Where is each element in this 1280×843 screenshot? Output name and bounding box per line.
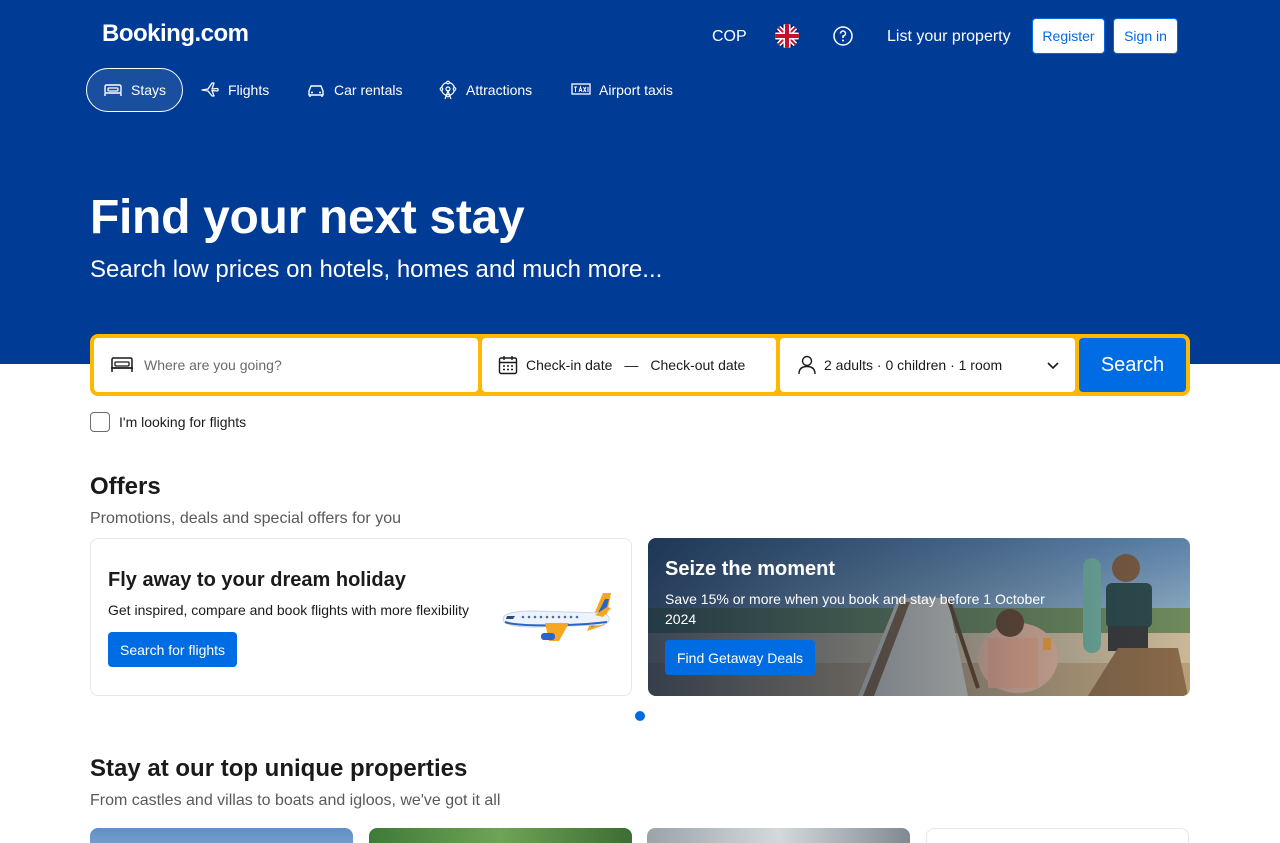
property-card[interactable] <box>369 828 632 843</box>
tab-stays[interactable]: Stays <box>86 68 184 112</box>
offers-subtitle: Promotions, deals and special offers for… <box>90 510 401 527</box>
currency-selector[interactable]: COP <box>712 27 747 47</box>
tab-car-rentals[interactable]: Car rentals <box>290 68 418 112</box>
flights-checkbox[interactable] <box>90 412 110 432</box>
person-icon <box>798 355 816 375</box>
airplane-illustration <box>502 593 611 641</box>
offer-title: Seize the moment <box>665 558 836 580</box>
property-card[interactable] <box>90 828 353 843</box>
property-card[interactable] <box>647 828 910 843</box>
tab-label: Airport taxis <box>599 82 673 98</box>
register-button[interactable]: Register <box>1032 18 1105 54</box>
search-flights-button[interactable]: Search for flights <box>108 632 238 667</box>
bed-icon <box>111 357 133 372</box>
help-icon[interactable] <box>833 26 853 46</box>
offer-card-flights: Fly away to your dream holiday Get inspi… <box>90 538 632 696</box>
plane-icon <box>201 82 219 97</box>
tab-attractions[interactable]: Attractions <box>422 68 548 112</box>
carousel-indicator[interactable] <box>635 711 645 721</box>
destination-input[interactable]: Where are you going? <box>94 338 478 392</box>
attractions-icon <box>439 80 457 100</box>
car-icon <box>308 85 324 97</box>
search-bar: Where are you going? Check-in date — Che… <box>90 334 1190 396</box>
search-button[interactable]: Search <box>1079 338 1186 392</box>
unique-title: Stay at our top unique properties <box>90 755 468 782</box>
flights-checkbox-label[interactable]: I'm looking for flights <box>119 414 246 430</box>
tab-label: Stays <box>131 82 167 98</box>
destination-placeholder: Where are you going? <box>144 357 282 373</box>
sign-in-button[interactable]: Sign in <box>1113 18 1178 54</box>
taxi-icon <box>571 83 591 95</box>
tab-airport-taxis[interactable]: Airport taxis <box>555 68 689 112</box>
calendar-icon <box>498 356 518 375</box>
bed-icon <box>104 84 122 96</box>
guests-summary: 2 adults · 0 children · 1 room <box>824 357 1003 373</box>
offer-text: Save 15% or more when you book and stay … <box>665 591 1045 627</box>
tab-label: Car rentals <box>334 82 403 98</box>
checkin-label[interactable]: Check-in date <box>526 357 612 373</box>
hero-subtitle: Search low prices on hotels, homes and m… <box>90 256 663 283</box>
hero-background <box>0 0 1280 364</box>
unique-subtitle: From castles and villas to boats and igl… <box>90 792 501 809</box>
flights-checkbox-row[interactable]: I'm looking for flights <box>90 412 246 432</box>
guests-selector[interactable]: 2 adults · 0 children · 1 room <box>780 338 1075 392</box>
logo[interactable]: Booking.com <box>102 20 249 48</box>
offers-title: Offers <box>90 473 161 500</box>
offer-card-getaway[interactable]: Seize the moment Save 15% or more when y… <box>648 538 1190 696</box>
tab-label: Attractions <box>466 82 533 98</box>
offer-text: Get inspired, compare and book flights w… <box>108 602 470 618</box>
date-separator: — <box>624 357 639 373</box>
uk-flag-icon[interactable] <box>775 24 799 48</box>
find-getaway-deals-button[interactable]: Find Getaway Deals <box>665 640 816 675</box>
property-card[interactable] <box>926 828 1189 843</box>
list-your-property-link[interactable]: List your property <box>887 27 1011 47</box>
date-picker[interactable]: Check-in date — Check-out date <box>482 338 776 392</box>
tab-flights[interactable]: Flights <box>184 68 285 112</box>
tab-label: Flights <box>228 82 270 98</box>
chevron-down-icon <box>1047 362 1059 370</box>
offer-title: Fly away to your dream holiday <box>108 569 406 591</box>
checkout-label[interactable]: Check-out date <box>650 357 745 373</box>
hero-title: Find your next stay <box>90 191 525 244</box>
